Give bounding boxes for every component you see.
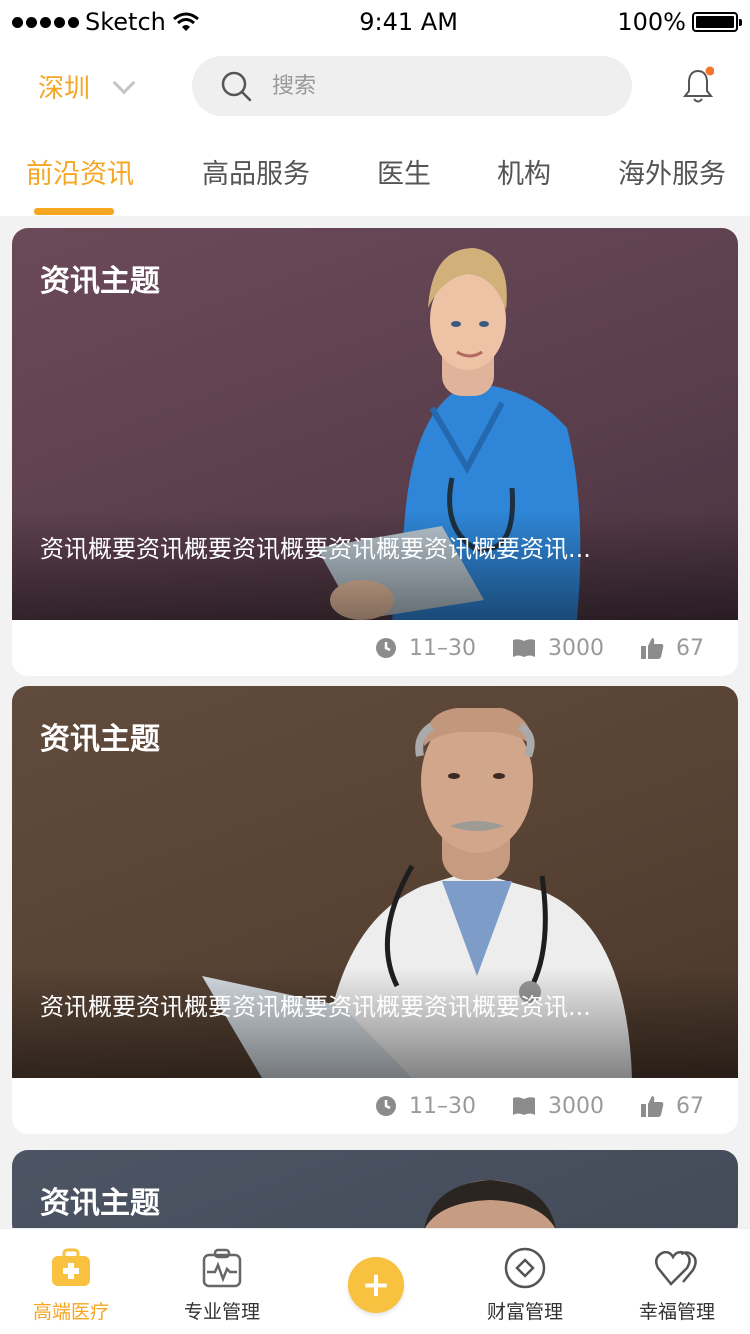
tab-professional-management[interactable]: 专业管理: [162, 1247, 282, 1324]
tab-institutions[interactable]: 机构: [497, 152, 551, 191]
wifi-icon: [172, 12, 199, 31]
thumbs-up-icon: [641, 1096, 664, 1117]
heart-monitor-icon: [202, 1248, 242, 1288]
tab-wealth-management[interactable]: 财富管理: [465, 1247, 585, 1324]
news-title: 资讯主题: [40, 264, 160, 299]
active-tab-indicator: [34, 208, 114, 215]
tab-label: 高端医疗: [32, 1301, 109, 1323]
image-gradient: [12, 510, 738, 620]
news-title: 资讯主题: [40, 1186, 160, 1221]
meta-likes[interactable]: 67: [640, 1094, 704, 1119]
news-card[interactable]: 资讯主题: [12, 1150, 738, 1240]
plus-icon: +: [361, 1265, 391, 1305]
signal-icon: [12, 16, 79, 28]
city-selector[interactable]: 深圳: [38, 68, 136, 105]
news-summary: 资讯概要资讯概要资讯概要资讯概要资讯概要资讯...: [40, 535, 591, 563]
tab-frontier-news[interactable]: 前沿资讯: [26, 152, 134, 191]
news-meta: 11–30 3000 67: [12, 1078, 738, 1134]
meta-likes[interactable]: 67: [640, 636, 704, 661]
meta-reads-text: 3000: [548, 635, 604, 661]
tab-premium-medical[interactable]: 高端医疗: [11, 1247, 131, 1324]
search-icon: [221, 71, 252, 102]
news-summary: 资讯概要资讯概要资讯概要资讯概要资讯概要资讯...: [40, 993, 591, 1021]
battery-icon: [691, 12, 742, 32]
book-icon: [513, 1097, 535, 1115]
news-card[interactable]: 资讯主题 资讯概要资讯概要资讯概要资讯概要资讯概要资讯... 11–30 300…: [12, 228, 738, 676]
category-tabs: 前沿资讯 高品服务 医生 机构 海外服务: [0, 152, 750, 216]
status-left: Sketch: [12, 8, 200, 36]
tab-overseas-service[interactable]: 海外服务: [618, 152, 726, 191]
status-time: 9:41 AM: [359, 8, 458, 36]
meta-reads: 3000: [512, 636, 604, 661]
tab-premium-service[interactable]: 高品服务: [202, 152, 310, 191]
thumbs-up-icon: [641, 638, 664, 659]
clock-icon: [376, 1096, 396, 1116]
tab-doctors[interactable]: 医生: [377, 152, 431, 191]
news-meta: 11–30 3000 67: [12, 620, 738, 676]
news-image: 资讯主题 资讯概要资讯概要资讯概要资讯概要资讯概要资讯...: [12, 686, 738, 1078]
meta-date-text: 11–30: [409, 635, 476, 661]
meta-date-text: 11–30: [409, 1093, 476, 1119]
tab-label: 幸福管理: [638, 1301, 715, 1323]
chevron-down-icon: [112, 71, 136, 94]
search-input[interactable]: [272, 73, 572, 99]
add-button[interactable]: +: [348, 1257, 404, 1313]
clock-icon: [376, 638, 396, 658]
news-card[interactable]: 资讯主题 资讯概要资讯概要资讯概要资讯概要资讯概要资讯... 11–30 300…: [12, 686, 738, 1134]
meta-likes-text: 67: [676, 635, 704, 661]
notification-dot: [705, 66, 714, 76]
medical-kit-icon: [52, 1248, 90, 1286]
hearts-icon: [655, 1250, 697, 1286]
status-right: 100%: [617, 8, 742, 36]
search-bar[interactable]: [192, 56, 632, 116]
status-bar: Sketch 9:41 AM 100%: [0, 0, 750, 44]
meta-reads-text: 3000: [548, 1093, 604, 1119]
image-gradient: [12, 968, 738, 1078]
battery-percent: 100%: [617, 8, 686, 36]
diamond-icon: [504, 1247, 546, 1289]
news-image: 资讯主题: [12, 1150, 738, 1240]
book-icon: [513, 639, 535, 657]
news-image: 资讯主题 资讯概要资讯概要资讯概要资讯概要资讯概要资讯...: [12, 228, 738, 620]
tab-label: 专业管理: [183, 1301, 260, 1323]
news-title: 资讯主题: [40, 722, 160, 757]
bottom-tab-bar: 高端医疗 专业管理 + 财富管理 幸福管理: [0, 1228, 750, 1334]
carrier-name: Sketch: [85, 8, 166, 36]
notification-bell-icon[interactable]: [682, 66, 714, 106]
meta-date: 11–30: [375, 1094, 476, 1119]
tab-label: 财富管理: [486, 1301, 563, 1323]
meta-date: 11–30: [375, 636, 476, 661]
city-label: 深圳: [38, 74, 91, 104]
meta-likes-text: 67: [676, 1093, 704, 1119]
header: 深圳 前沿资讯 高品服务 医生 机构 海外服务: [0, 44, 750, 216]
meta-reads: 3000: [512, 1094, 604, 1119]
tab-happiness-management[interactable]: 幸福管理: [617, 1247, 737, 1324]
